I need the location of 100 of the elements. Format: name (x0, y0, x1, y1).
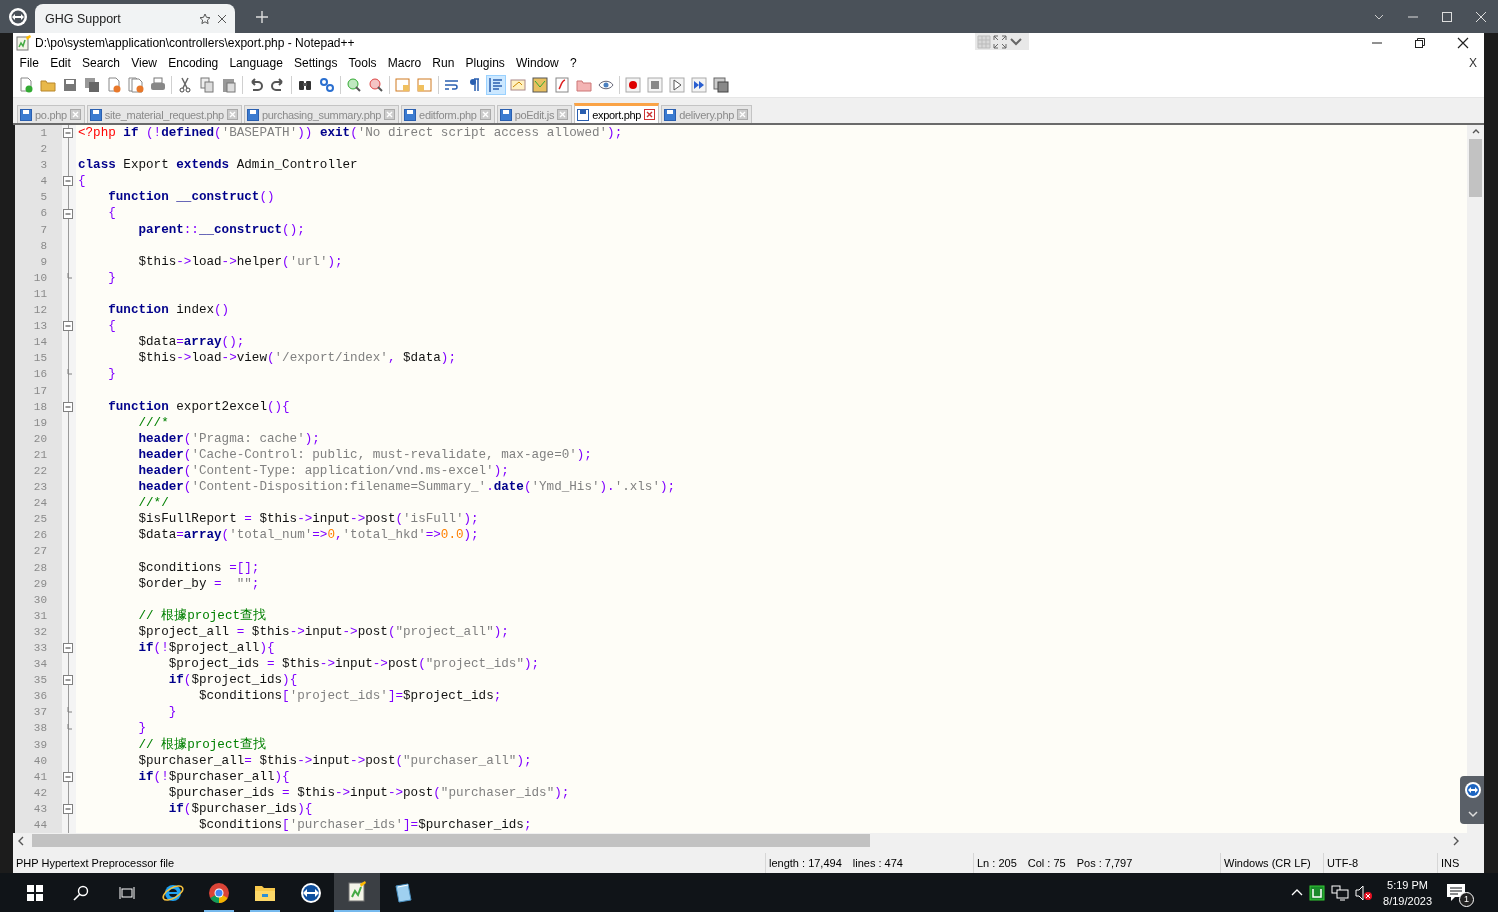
close-icon[interactable] (217, 13, 227, 24)
line-number: 18 (32, 399, 48, 415)
line-number: 25 (32, 512, 48, 528)
fold-marker-icon[interactable] (63, 128, 73, 139)
copy-icon[interactable] (199, 77, 215, 93)
clock-date: 8/19/2023 (1383, 893, 1432, 909)
menu-item[interactable]: Macro (382, 56, 427, 70)
word-wrap-icon[interactable] (444, 77, 460, 93)
fast-forward-icon[interactable] (691, 77, 707, 93)
stop-icon[interactable] (647, 77, 663, 93)
zoom-in-icon[interactable] (346, 77, 362, 93)
function-list-icon[interactable] (554, 77, 570, 93)
code-line: $conditions['purchaser_ids']=$purchaser_ids; (197, 817, 532, 833)
speaker-muted-icon[interactable] (1355, 884, 1374, 901)
star-icon[interactable] (199, 12, 211, 25)
menu-item[interactable]: Run (426, 56, 460, 70)
code-line: } (107, 366, 116, 383)
new-file-icon[interactable] (18, 77, 34, 93)
folder-workspace-icon[interactable] (576, 77, 592, 93)
code-line: //*/ (137, 495, 169, 512)
code-line: $order_by = ""; (137, 575, 260, 592)
menu-item[interactable]: Edit (44, 56, 77, 70)
notification-icon[interactable] (1446, 882, 1466, 903)
menu-item[interactable]: Search (76, 56, 126, 70)
line-number: 43 (32, 801, 48, 817)
task-view-icon[interactable] (119, 884, 135, 901)
line-number: 7 (39, 222, 48, 238)
plus-icon[interactable] (255, 9, 269, 24)
close-file-icon[interactable] (106, 77, 122, 93)
fold-marker-icon[interactable] (63, 176, 73, 187)
code-line: <?php if (!defined('BASEPATH')) exit('No direct script access allowed'); (77, 125, 623, 142)
floppy-icon[interactable] (62, 77, 78, 93)
line-number: 39 (32, 737, 48, 753)
line-number: 27 (32, 544, 48, 560)
status-text: INS (1441, 857, 1460, 869)
restore-icon[interactable] (1413, 37, 1426, 49)
menu-item[interactable]: Encoding (162, 56, 224, 70)
fold-marker-icon[interactable] (63, 208, 73, 219)
line-number: 10 (32, 270, 48, 286)
indent-guide-icon[interactable] (488, 77, 504, 93)
menu-item[interactable]: Window (510, 56, 565, 70)
menu-item[interactable]: File (14, 56, 45, 70)
code-line: $conditions =[]; (137, 559, 260, 576)
play-icon[interactable] (669, 77, 685, 93)
floppy-icon (499, 108, 512, 121)
scissors-icon[interactable] (177, 77, 193, 93)
status-text: Windows (CR LF) (1224, 857, 1311, 869)
scroll-thumb[interactable] (32, 834, 870, 847)
line-number: 12 (32, 303, 48, 319)
menu-item[interactable]: View (125, 56, 163, 70)
fold-marker-icon[interactable] (63, 321, 73, 332)
code-line: { (107, 205, 116, 222)
undo-icon[interactable] (248, 77, 264, 93)
side-panel-tab-icon[interactable] (1460, 776, 1484, 824)
tray-app-icon[interactable] (1309, 884, 1326, 901)
round-logo-icon[interactable] (207, 880, 231, 905)
redo-icon[interactable] (270, 77, 286, 93)
menu-item[interactable]: Language (223, 56, 289, 70)
save-macro-icon[interactable] (713, 77, 729, 93)
fold-marker-icon[interactable] (63, 675, 73, 686)
fold-marker-icon[interactable] (63, 771, 73, 782)
fold-marker-icon[interactable] (63, 401, 73, 412)
line-number: 23 (32, 480, 48, 496)
floppies-icon[interactable] (84, 77, 100, 93)
printer-icon[interactable] (150, 77, 166, 93)
status-text: length : 17,494 (769, 857, 842, 869)
close-icon[interactable] (1456, 37, 1469, 49)
menu-item[interactable]: Tools (342, 56, 383, 70)
close-files-icon[interactable] (128, 77, 144, 93)
floppy-icon (404, 108, 417, 121)
code-line: // 根據project查找 (137, 607, 267, 624)
browser-tab[interactable]: GHG Support (35, 4, 235, 33)
windows-logo-icon[interactable] (27, 884, 43, 901)
line-number: 16 (32, 367, 48, 383)
line-number: 30 (32, 592, 48, 608)
replace-icon[interactable] (319, 77, 335, 93)
menu-item[interactable]: Plugins (459, 56, 511, 70)
network-icon[interactable] (1331, 884, 1350, 901)
line-number: 44 (32, 818, 48, 833)
line-number: 20 (32, 431, 48, 447)
record-icon[interactable] (625, 77, 641, 93)
menu-item[interactable]: ? (564, 56, 583, 70)
scroll-thumb[interactable] (1469, 139, 1482, 197)
notepad-icon[interactable] (345, 879, 369, 904)
line-number: 41 (32, 769, 48, 785)
window-title: D:\po\system\application\controllers\export.php - Notepad++ (35, 36, 355, 50)
fold-marker-icon[interactable] (63, 643, 73, 654)
search-icon[interactable] (73, 884, 89, 901)
paste-icon[interactable] (221, 77, 237, 93)
close-document-button[interactable]: X (1469, 56, 1484, 70)
menu-item[interactable]: Settings (288, 56, 343, 70)
clock-time: 5:19 PM (1387, 877, 1428, 893)
line-number: 15 (32, 351, 48, 367)
fold-marker-icon[interactable] (63, 804, 73, 814)
zoom-out-icon[interactable] (368, 77, 384, 93)
expand-icon[interactable] (993, 34, 1007, 49)
document-tab[interactable]: export.php (574, 103, 660, 123)
code-line: } (167, 704, 177, 721)
code-line: $project_all = $this->input->post("project_all"); (137, 623, 509, 640)
maximize-icon[interactable] (1441, 10, 1453, 23)
